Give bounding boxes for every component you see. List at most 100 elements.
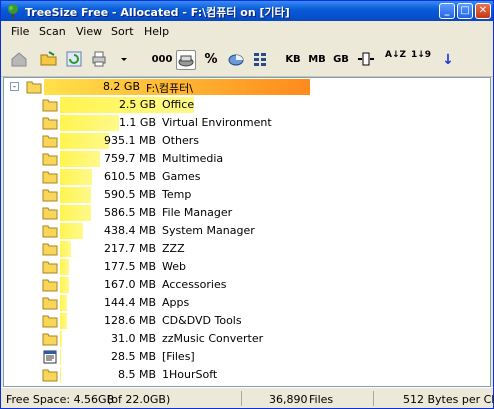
size-bar xyxy=(60,367,61,383)
folder-icon xyxy=(42,315,58,328)
folder-size: 144.4 MB xyxy=(103,296,156,309)
mb-button[interactable]: MB xyxy=(306,50,328,70)
file-count-label: Files xyxy=(309,393,334,406)
size-bar xyxy=(60,295,67,311)
allocated-space-button[interactable] xyxy=(176,50,196,70)
tree-row[interactable]: 2.5 GB Office xyxy=(4,96,490,114)
tree-row[interactable]: 8.5 MB 1HourSoft xyxy=(4,366,490,384)
folder-icon xyxy=(42,279,58,292)
folder-name: Apps xyxy=(162,296,190,309)
tree-row[interactable]: 1.1 GB Virtual Environment xyxy=(4,114,490,132)
file-count: 36,890 xyxy=(269,393,308,406)
folder-name: Accessories xyxy=(162,278,227,291)
cluster-size: 512 Bytes per Clu xyxy=(403,393,494,406)
folder-name: Others xyxy=(162,134,199,147)
kb-button[interactable]: KB xyxy=(282,50,304,70)
folder-size: 128.6 MB xyxy=(103,314,156,327)
folder-size: 177.5 MB xyxy=(103,260,156,273)
folder-size: 1.1 GB xyxy=(118,116,156,129)
folder-name: Office xyxy=(162,98,195,111)
size-bar xyxy=(60,313,67,329)
folder-icon xyxy=(42,243,58,256)
tree-row[interactable]: 759.7 MB Multimedia xyxy=(4,150,490,168)
details-grid-icon[interactable] xyxy=(250,50,270,70)
folder-name: Web xyxy=(162,260,186,273)
folder-name: [Files] xyxy=(162,350,195,363)
folder-tree[interactable]: - 8.2 GB F:\컴퓨터\ 2.5 GB Office 1.1 GB Virtu… xyxy=(3,77,491,387)
folder-name: File Manager xyxy=(162,206,233,219)
tree-row[interactable]: 144.4 MB Apps xyxy=(4,294,490,312)
collapse-icon[interactable]: - xyxy=(10,82,19,91)
folder-icon xyxy=(42,189,58,202)
folder-name: Temp xyxy=(162,188,192,201)
tree-row[interactable]: 167.0 MB Accessories xyxy=(4,276,490,294)
tree-row[interactable]: 217.7 MB ZZZ xyxy=(4,240,490,258)
folder-icon xyxy=(42,207,58,220)
toolbar: 000 % KB MB GB A↓Z 1↓9 ↓ xyxy=(1,41,493,77)
tree-row[interactable]: 31.0 MB zzMusic Converter xyxy=(4,330,490,348)
tree-root-row[interactable]: - 8.2 GB F:\컴퓨터\ xyxy=(4,78,490,96)
folder-size: 8.5 MB xyxy=(117,368,156,381)
folder-icon xyxy=(42,261,58,274)
tree-row[interactable]: 177.5 MB Web xyxy=(4,258,490,276)
folder-name: Virtual Environment xyxy=(162,116,272,129)
open-folder-icon[interactable] xyxy=(39,50,59,70)
minimize-button[interactable]: _ xyxy=(439,3,455,19)
status-divider xyxy=(241,391,242,406)
menu-help[interactable]: Help xyxy=(144,25,169,38)
size-bar xyxy=(60,277,69,293)
maximize-button[interactable]: □ xyxy=(457,3,473,19)
folder-size: 610.5 MB xyxy=(103,170,156,183)
folder-icon xyxy=(42,135,58,148)
gb-button[interactable]: GB xyxy=(330,50,352,70)
menu-file[interactable]: File xyxy=(11,25,29,38)
folder-name: 1HourSoft xyxy=(162,368,218,381)
treesize-app-icon xyxy=(8,4,18,18)
disk-usage-icon[interactable] xyxy=(226,50,246,70)
folder-name: F:\컴퓨터\ xyxy=(146,82,193,95)
dropdown-arrow-icon[interactable] xyxy=(114,50,134,70)
folder-icon xyxy=(26,81,42,94)
tree-row[interactable]: 438.4 MB System Manager xyxy=(4,222,490,240)
folder-size: 590.5 MB xyxy=(103,188,156,201)
folder-size: 586.5 MB xyxy=(103,206,156,219)
home-icon[interactable] xyxy=(9,50,29,70)
menu-sort[interactable]: Sort xyxy=(111,25,134,38)
folder-size: 28.5 MB xyxy=(110,350,156,363)
tree-row[interactable]: 935.1 MB Others xyxy=(4,132,490,150)
menu-scan[interactable]: Scan xyxy=(39,25,66,38)
sort-by-size-button[interactable]: 1↓9 xyxy=(411,50,431,70)
folder-size: 759.7 MB xyxy=(103,152,156,165)
folder-icon xyxy=(42,99,58,112)
status-divider xyxy=(373,391,374,406)
tree-row[interactable]: 586.5 MB File Manager xyxy=(4,204,490,222)
folder-size: 8.2 GB xyxy=(102,80,140,93)
menu-view[interactable]: View xyxy=(76,25,102,38)
folder-size: 167.0 MB xyxy=(103,278,156,291)
size-bar xyxy=(60,241,71,257)
folder-name: Multimedia xyxy=(162,152,224,165)
folder-icon xyxy=(42,369,58,382)
free-space: Free Space: 4.56GB xyxy=(6,393,115,406)
auto-units-icon[interactable] xyxy=(356,50,376,70)
folder-icon xyxy=(42,153,58,166)
total-space: (of 22.0GB) xyxy=(107,393,171,406)
folder-icon xyxy=(42,171,58,184)
folder-size: 2.5 GB xyxy=(118,98,156,111)
count-view-button[interactable]: 000 xyxy=(151,50,173,70)
tree-row[interactable]: 590.5 MB Temp xyxy=(4,186,490,204)
tree-row[interactable]: 128.6 MB CD&DVD Tools xyxy=(4,312,490,330)
folder-icon xyxy=(42,225,58,238)
sort-by-name-button[interactable]: A↓Z xyxy=(385,50,406,70)
size-bar xyxy=(60,259,69,275)
title-bar[interactable]: TreeSize Free - Allocated - F:\컴퓨터 on [기… xyxy=(1,1,493,21)
refresh-icon[interactable] xyxy=(64,50,84,70)
sort-descending-button[interactable]: ↓ xyxy=(438,50,458,70)
folder-name: zzMusic Converter xyxy=(162,332,264,345)
tree-row[interactable]: 610.5 MB Games xyxy=(4,168,490,186)
tree-row[interactable]: 28.5 MB [Files] xyxy=(4,348,490,366)
folder-name: ZZZ xyxy=(162,242,185,255)
print-icon[interactable] xyxy=(89,50,109,70)
percent-button[interactable]: % xyxy=(201,50,221,70)
close-button[interactable]: ✕ xyxy=(475,3,491,19)
